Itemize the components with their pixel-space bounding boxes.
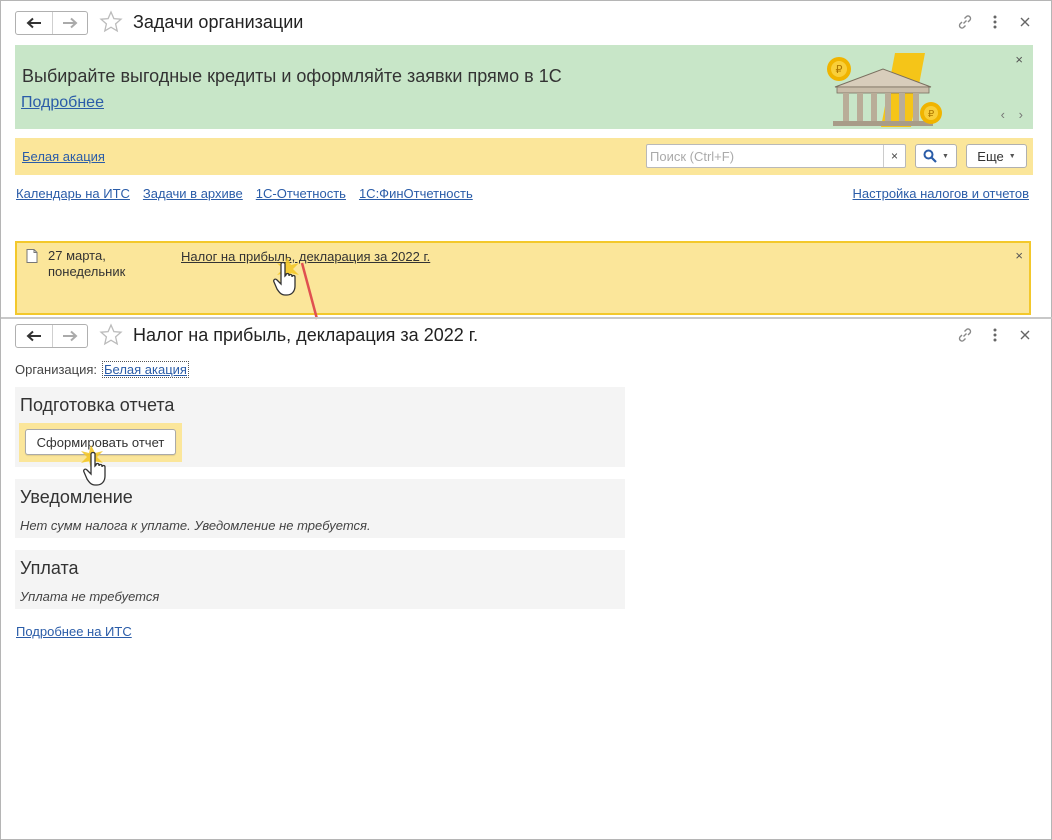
search-input[interactable]: Поиск (Ctrl+F) × [646, 144, 906, 168]
banner-prev-button[interactable]: ‹ [1001, 107, 1005, 122]
organization-label: Организация: [15, 362, 98, 377]
bottom-window-header: Налог на прибыль, декларация за 2022 г. [1, 314, 1052, 358]
hand-pointer-icon [83, 451, 106, 486]
organization-bar: Белая акация Поиск (Ctrl+F) × ▼ Еще ▼ [15, 138, 1033, 175]
more-actions-button[interactable]: Еще ▼ [966, 144, 1027, 168]
svg-text:₽: ₽ [928, 109, 935, 120]
app-window: Задачи организации Выбирайте выгодные кр… [0, 0, 1052, 840]
arrow-right-icon [62, 17, 78, 29]
more-vertical-icon[interactable] [987, 326, 1003, 344]
its-more-link[interactable]: Подробнее на ИТС [16, 624, 132, 639]
star-icon[interactable] [99, 323, 123, 347]
quick-links: Календарь на ИТС Задачи в архиве 1С-Отче… [16, 186, 473, 201]
banner-close-button[interactable]: × [1015, 52, 1023, 67]
organization-link[interactable]: Белая акация [22, 149, 105, 164]
chevron-down-icon: ▼ [942, 152, 949, 160]
search-placeholder: Поиск (Ctrl+F) [650, 149, 735, 164]
link-tax-settings[interactable]: Настройка налогов и отчетов [853, 186, 1029, 201]
chevron-down-icon: ▼ [1008, 152, 1016, 160]
section-note: Нет сумм налога к уплате. Уведомление не… [20, 518, 371, 533]
arrow-right-icon [62, 330, 78, 342]
section-note: Уплата не требуется [20, 589, 160, 604]
link-icon[interactable] [957, 326, 973, 344]
task-row[interactable]: 27 марта, понедельник Налог на прибыль, … [15, 241, 1031, 315]
forward-button[interactable] [51, 12, 88, 34]
page-title: Налог на прибыль, декларация за 2022 г. [133, 325, 479, 345]
organization-value-link[interactable]: Белая акация [102, 361, 189, 378]
close-icon[interactable] [1017, 326, 1033, 344]
search-icon [923, 149, 937, 163]
section-title: Уплата [20, 558, 79, 578]
search-button[interactable]: ▼ [915, 144, 957, 168]
banner-title: Выбирайте выгодные кредиты и оформляйте … [22, 66, 562, 86]
banner-more-link[interactable]: Подробнее [21, 94, 104, 112]
link-its-calendar[interactable]: Календарь на ИТС [16, 186, 130, 201]
search-clear-button[interactable]: × [883, 145, 905, 167]
link-1c-reporting[interactable]: 1С-Отчетность [256, 186, 346, 201]
hand-pointer-icon [273, 261, 296, 296]
more-vertical-icon[interactable] [987, 13, 1003, 31]
task-close-button[interactable]: × [1015, 248, 1023, 263]
back-button[interactable] [16, 325, 52, 347]
banner-next-button[interactable]: › [1019, 107, 1023, 122]
page-title: Задачи организации [133, 12, 304, 32]
link-icon[interactable] [957, 13, 973, 31]
task-date-line2: понедельник [48, 264, 126, 279]
window-controls [957, 13, 1033, 31]
arrow-left-icon [26, 17, 41, 29]
arrow-left-icon [26, 330, 41, 342]
more-actions-label: Еще [977, 148, 1004, 164]
section-payment: Уплата Уплата не требуется [15, 550, 625, 609]
forward-button[interactable] [51, 325, 88, 347]
link-1c-fin-reporting[interactable]: 1С:ФинОтчетность [359, 186, 473, 201]
star-icon[interactable] [99, 10, 123, 34]
document-icon [26, 249, 38, 263]
bank-building-icon: ₽ ₽ [827, 53, 942, 127]
task-date: 27 марта, понедельник [48, 248, 125, 280]
task-date-line1: 27 марта, [48, 248, 106, 263]
section-title: Подготовка отчета [20, 395, 175, 415]
top-window-header: Задачи организации [1, 1, 1052, 45]
link-archive-tasks[interactable]: Задачи в архиве [143, 186, 243, 201]
section-title: Уведомление [20, 487, 133, 507]
svg-text:₽: ₽ [836, 63, 843, 76]
nav-buttons [15, 324, 88, 348]
nav-buttons [15, 11, 88, 35]
promo-banner: Выбирайте выгодные кредиты и оформляйте … [15, 45, 1033, 129]
back-button[interactable] [16, 12, 52, 34]
window-controls [957, 326, 1033, 344]
close-icon[interactable] [1017, 13, 1033, 31]
